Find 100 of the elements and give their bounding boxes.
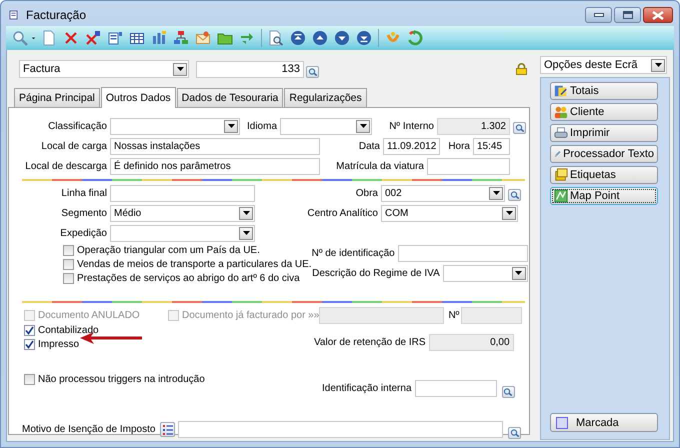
cross-icon[interactable] [85, 30, 101, 46]
tab[interactable]: Dados de Tesouraria [176, 88, 284, 107]
caret-icon [492, 191, 500, 195]
field-label: Expedição [59, 228, 108, 238]
dropdown[interactable] [280, 118, 372, 134]
search-button[interactable] [508, 189, 521, 201]
field-label: Valor de retenção de IRS [314, 336, 427, 348]
tab[interactable]: Página Principal [14, 88, 100, 107]
side-button[interactable]: Marcada [550, 413, 658, 432]
checkbox[interactable]: Impresso [24, 337, 314, 351]
close-icon [652, 10, 664, 20]
checkbox[interactable]: Operação triangular com um País da UE. [63, 243, 312, 257]
square-icon [556, 416, 568, 428]
maximize-icon [622, 11, 632, 19]
text-field[interactable] [398, 244, 528, 262]
field-label: Nº [447, 310, 460, 320]
checkbox[interactable]: Prestações de serviços ao abrigo do artº 6 do civa [63, 271, 312, 285]
printer-icon [554, 126, 568, 140]
document-icon[interactable] [41, 30, 57, 46]
cross-icon[interactable] [63, 30, 79, 46]
text-field[interactable] [110, 184, 255, 202]
dropdown[interactable]: Médio [110, 204, 255, 222]
field-label: Local de carga [40, 140, 108, 152]
caret-icon [176, 67, 184, 71]
arrow [80, 332, 142, 344]
maximize-button[interactable] [614, 7, 641, 23]
field-label: Linha final [60, 188, 108, 198]
side-button[interactable]: Totais [550, 82, 658, 100]
caret-icon [654, 63, 662, 67]
preview-icon[interactable] [268, 30, 284, 46]
chart-icon[interactable] [151, 30, 167, 46]
side-button[interactable]: Imprimir [550, 124, 658, 142]
field-label: Centro Analítico [306, 208, 379, 218]
text-field[interactable]: Nossas instalações [110, 138, 320, 154]
envelope-icon[interactable] [195, 30, 211, 46]
dropdown[interactable] [110, 224, 255, 242]
arrows-icon[interactable] [239, 30, 255, 46]
options-dropdown[interactable]: Opções deste Ecrã [540, 56, 667, 74]
text-field[interactable]: É definido nos parâmetros [110, 158, 320, 174]
number-field[interactable]: 133 [196, 60, 304, 78]
search-icon [510, 191, 520, 199]
search-icon [510, 429, 520, 437]
field-label: Nº de identificação [312, 248, 396, 258]
search-button[interactable] [513, 122, 526, 134]
text-field[interactable] [414, 380, 497, 396]
minimize-icon [594, 13, 604, 17]
checkbox[interactable]: Vendas de meios de transporte a particulares da UE. [63, 257, 312, 271]
caret-icon [242, 231, 250, 235]
field-label: Hora [447, 140, 471, 152]
caret-icon [506, 211, 512, 215]
window-icon [9, 10, 18, 20]
list-button[interactable] [160, 422, 176, 436]
tab[interactable]: Outros Dados [100, 87, 176, 108]
search-button[interactable] [502, 386, 515, 398]
network-icon[interactable] [173, 30, 189, 46]
refresh-icon[interactable] [407, 30, 423, 46]
up-arrow-bar-icon[interactable] [290, 30, 306, 46]
side-button[interactable]: Processador Texto [550, 145, 658, 163]
dropdown[interactable]: COM [381, 204, 518, 222]
table-icon[interactable] [129, 30, 145, 46]
people-icon [554, 105, 568, 119]
dropdown[interactable]: 002 [381, 184, 505, 202]
caret-icon [515, 271, 522, 275]
minimize-button[interactable] [585, 7, 612, 23]
field-label: Motivo de Isenção de Imposto [22, 424, 156, 434]
lock-icon [516, 63, 527, 75]
side-button[interactable]: Cliente [550, 103, 658, 121]
close-button[interactable] [643, 7, 673, 23]
dropdown[interactable] [442, 264, 528, 282]
tags-icon [554, 168, 568, 182]
side-button[interactable]: Map Point [550, 187, 658, 205]
search-icon [514, 124, 524, 132]
dropdown[interactable] [110, 118, 240, 134]
time-field[interactable]: 15:45 [473, 138, 510, 154]
window-title: Facturação [26, 8, 86, 22]
text-field[interactable] [427, 158, 510, 174]
checkbox[interactable]: Não processou triggers na introdução [24, 372, 322, 386]
search-icon [308, 68, 318, 76]
checkbox[interactable]: Contabilizado [24, 323, 314, 337]
field-label: Local de descarga [24, 160, 108, 172]
book-icon [554, 84, 568, 98]
field-label: Data [358, 140, 381, 152]
search-icon [503, 388, 514, 396]
field-label: Matrícula da viatura [335, 160, 425, 172]
tab[interactable]: Regularizações [284, 88, 367, 107]
field-label: Idioma [246, 120, 278, 132]
search-button[interactable] [508, 427, 522, 439]
date-field[interactable]: 11.09.2012 [383, 138, 440, 154]
field-label: Nº Interno [388, 120, 435, 132]
search-icon[interactable] [12, 30, 28, 46]
form-icon[interactable] [107, 30, 123, 46]
map-icon [554, 189, 568, 203]
side-button[interactable]: Etiquetas [550, 166, 658, 184]
document-type-dropdown[interactable]: Factura [19, 60, 189, 78]
field-label: Descrição do Regime de IVA [312, 268, 441, 278]
search-button[interactable] [306, 66, 319, 78]
caret-icon [228, 124, 234, 128]
field-label: Identificação interna [322, 382, 413, 394]
text-field[interactable] [178, 420, 504, 438]
down-arrow-bar-icon[interactable] [356, 30, 372, 46]
